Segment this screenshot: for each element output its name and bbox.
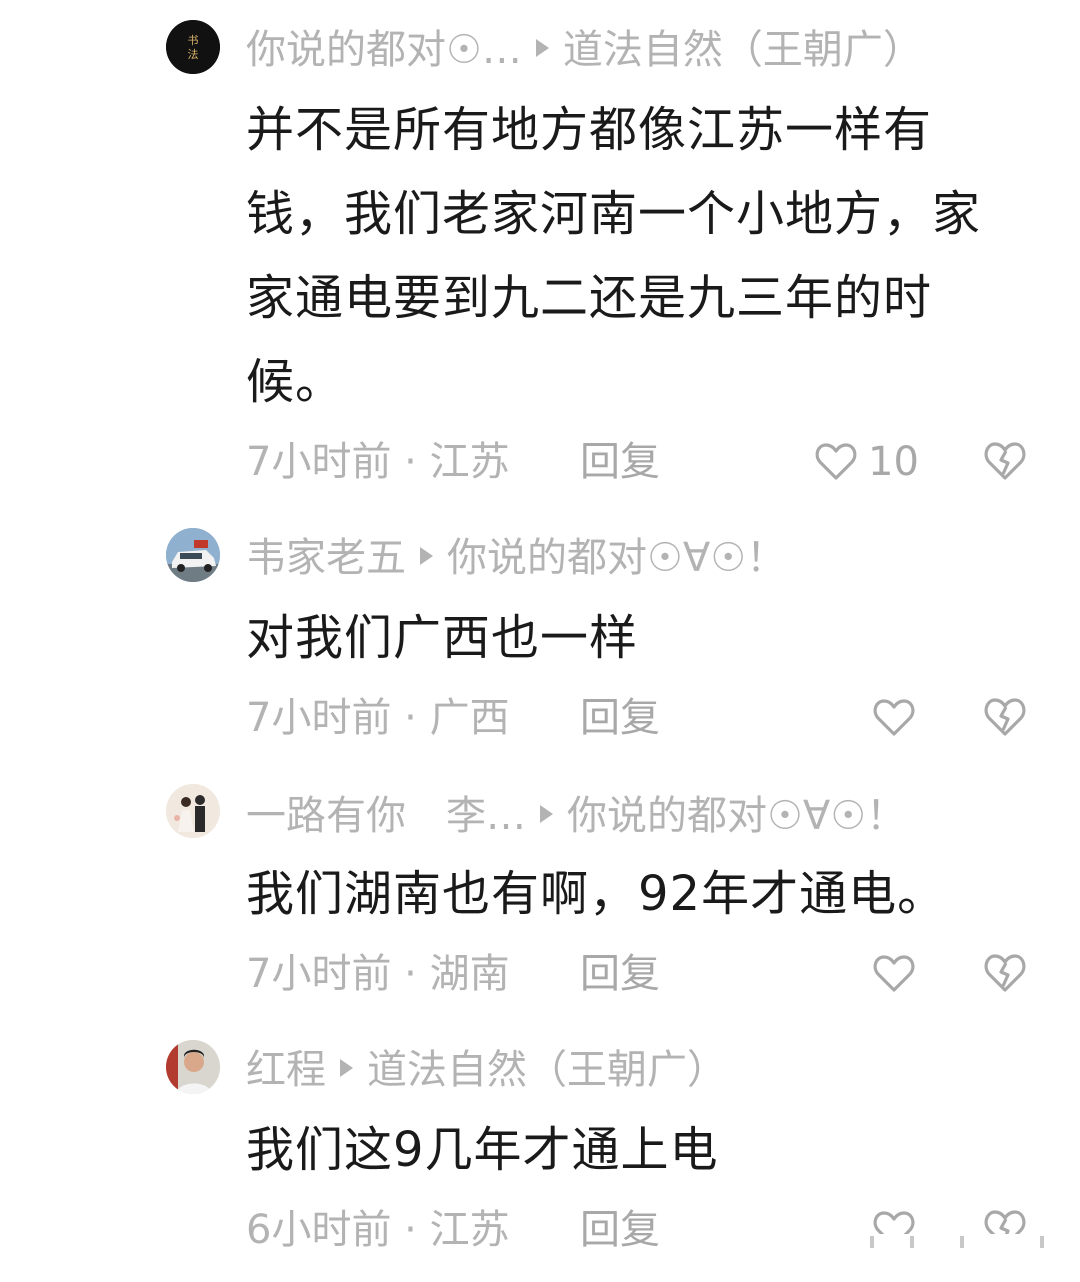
reply-arrow-icon — [340, 1059, 353, 1077]
comment-text: 我们这9几年才通上电 — [246, 1122, 719, 1178]
heart-icon[interactable] — [872, 952, 916, 996]
reply-button[interactable]: 回复 — [580, 1202, 660, 1258]
comment-author[interactable]: 你说的都对☉… — [246, 27, 522, 73]
comment-text: 并不是所有地方都像江苏一样有钱，我们老家河南一个小地方，家家通电要到九二还是九三… — [246, 102, 982, 410]
watermark-strip — [850, 1234, 1060, 1248]
reply-to-user[interactable]: 道法自然（王朝广） — [367, 1047, 727, 1093]
comment-author[interactable]: 韦家老五 — [246, 535, 406, 581]
comment-time-location: 7小时前 · 广西 — [246, 695, 510, 741]
reply-button[interactable]: 回复 — [580, 690, 660, 746]
comment-author[interactable]: 红程 — [246, 1047, 326, 1093]
like-count: 10 — [868, 439, 919, 485]
comment-text: 对我们广西也一样 — [246, 610, 639, 666]
comment-header: 一路有你 李… 你说的都对☉∀☉！ — [246, 788, 906, 844]
reply-button[interactable]: 回复 — [580, 946, 660, 1002]
comment-time-location: 6小时前 · 江苏 — [246, 1207, 510, 1253]
reply-button[interactable]: 回复 — [580, 434, 660, 490]
svg-text:法: 法 — [188, 47, 199, 61]
comment-time-location: 7小时前 · 湖南 — [246, 951, 510, 997]
comment-author[interactable]: 一路有你 李… — [246, 793, 526, 839]
reply-arrow-icon — [420, 547, 433, 565]
broken-heart-icon[interactable] — [982, 694, 1028, 740]
heart-icon[interactable] — [814, 440, 858, 484]
reply-to-user[interactable]: 你说的都对☉∀☉！ — [447, 535, 786, 581]
heart-icon[interactable] — [872, 696, 916, 740]
reply-arrow-icon — [535, 39, 549, 57]
reply-to-user[interactable]: 你说的都对☉∀☉！ — [567, 793, 906, 839]
calligraphy-avatar-icon[interactable]: 书 法 — [166, 20, 220, 74]
car-avatar-icon[interactable] — [166, 528, 220, 582]
comment-text: 我们湖南也有啊，92年才通电。 — [246, 866, 947, 922]
comment-header: 你说的都对☉… 道法自然（王朝广） — [246, 22, 923, 78]
reply-to-user[interactable]: 道法自然（王朝广） — [563, 27, 923, 73]
reply-arrow-icon — [540, 805, 553, 823]
svg-text:书: 书 — [188, 34, 199, 47]
broken-heart-icon[interactable] — [982, 438, 1028, 484]
comment-time-location: 7小时前 · 江苏 — [246, 439, 510, 485]
comment-header: 红程 道法自然（王朝广） — [246, 1042, 727, 1098]
comment-header: 韦家老五 你说的都对☉∀☉！ — [246, 530, 786, 586]
couple-photo-avatar-icon[interactable] — [166, 784, 220, 838]
broken-heart-icon[interactable] — [982, 950, 1028, 996]
man-photo-avatar-icon[interactable] — [166, 1040, 220, 1094]
